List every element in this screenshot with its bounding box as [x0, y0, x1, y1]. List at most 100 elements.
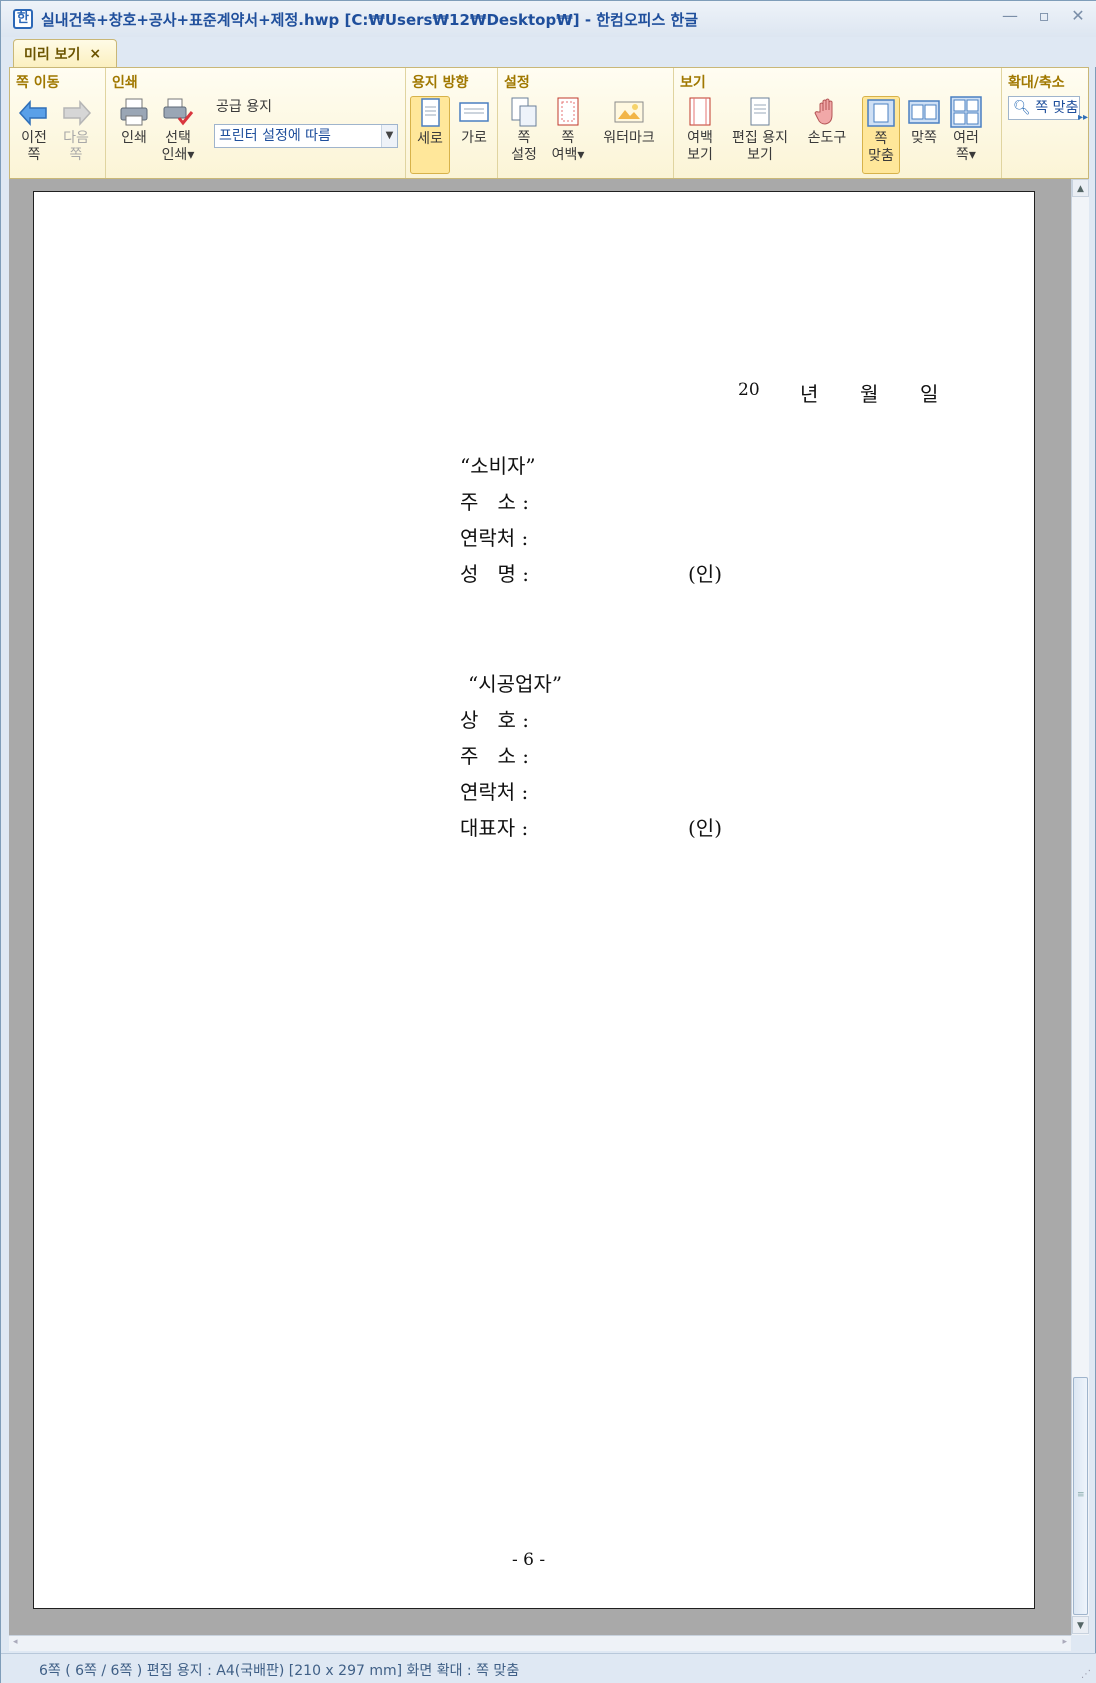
consumer-seal: (인): [688, 562, 723, 586]
contractor-heading: “시공업자”: [468, 672, 563, 696]
page-setup-label-2: 설정: [511, 147, 537, 163]
print-label: 인쇄: [121, 130, 147, 146]
tab-close-icon[interactable]: ×: [89, 46, 101, 62]
group-print-title: 인쇄: [112, 75, 138, 91]
consumer-name-label: 성 명 :: [460, 562, 529, 586]
title-bar: 한 실내건축+창호+공사+표준계약서+제정.hwp [C:₩Users₩12₩D…: [1, 1, 1096, 37]
consumer-heading: “소비자”: [460, 454, 536, 478]
group-orientation-title: 용지 방향: [412, 75, 469, 91]
scroll-right-icon[interactable]: ▸: [1062, 1637, 1067, 1647]
page-margin-label-1: 쪽: [561, 130, 575, 146]
prev-page-icon: [18, 100, 47, 126]
facing-pages-button[interactable]: 맞쪽: [904, 96, 944, 147]
page-margin-label-2: 여백▾: [551, 147, 585, 163]
group-view: 보기 여백 보기 편집 용지 보기 손도구 쪽 맞춤 맞쪽 여러 쪽▾: [674, 68, 1002, 178]
margin-view-button[interactable]: 여백 보기: [680, 96, 720, 164]
window-title: 실내건축+창호+공사+표준계약서+제정.hwp [C:₩Users₩12₩Des…: [41, 10, 699, 29]
vertical-scrollbar[interactable]: ▲ ≡ ▼: [1071, 179, 1089, 1635]
print-button[interactable]: 인쇄: [114, 96, 154, 147]
multi-page-icon: [950, 96, 982, 128]
status-bar: 6쪽 ( 6쪽 / 6쪽 ) 편집 용지 : A4(국배판) [210 x 29…: [1, 1653, 1096, 1683]
minimize-icon[interactable]: —: [1001, 7, 1019, 25]
margin-view-label-1: 여백: [687, 130, 713, 146]
prev-page-label-1: 이전: [21, 130, 47, 146]
multi-page-button[interactable]: 여러 쪽▾: [946, 96, 986, 164]
maximize-icon[interactable]: ▫: [1035, 7, 1053, 25]
date-year: 20: [738, 380, 760, 400]
scroll-up-icon[interactable]: ▲: [1072, 179, 1089, 197]
multi-page-label-1: 여러: [953, 130, 979, 146]
scroll-down-icon[interactable]: ▼: [1072, 1616, 1089, 1634]
paper-source-select[interactable]: 프린터 설정에 따름 ▼: [214, 124, 398, 148]
scroll-thumb[interactable]: ≡: [1073, 1377, 1088, 1615]
consumer-address-label: 주 소 :: [460, 490, 529, 514]
portrait-button[interactable]: 세로: [410, 96, 450, 174]
edit-paper-view-icon: [750, 97, 770, 126]
select-print-label-1: 선택: [165, 130, 191, 146]
page-margin-button[interactable]: 쪽 여백▾: [546, 96, 590, 164]
portrait-page-icon: [421, 98, 440, 127]
fit-page-label-2: 맞춤: [868, 148, 894, 164]
search-icon: 🔍︎: [1013, 100, 1031, 116]
page-margin-icon: [557, 97, 579, 126]
zoom-value: 쪽 맞춤: [1035, 100, 1079, 116]
contractor-contact-label: 연락처 :: [460, 780, 529, 804]
portrait-label: 세로: [417, 131, 443, 147]
select-print-button[interactable]: 선택 인쇄▾: [156, 96, 200, 164]
hand-tool-button[interactable]: 손도구: [802, 96, 852, 147]
page-number: - 6 -: [512, 1550, 546, 1570]
printer-icon: [120, 98, 148, 126]
landscape-button[interactable]: 가로: [454, 96, 494, 147]
contractor-address-label: 주 소 :: [460, 744, 529, 768]
edit-paper-view-button[interactable]: 편집 용지 보기: [724, 96, 796, 164]
next-page-label-1: 다음: [63, 130, 89, 146]
page-setup-button[interactable]: 쪽 설정: [504, 96, 544, 164]
watermark-icon: [614, 101, 644, 123]
group-view-title: 보기: [680, 75, 706, 91]
facing-pages-icon: [908, 100, 940, 124]
group-settings-title: 설정: [504, 75, 530, 91]
next-page-button[interactable]: 다음 쪽: [58, 96, 94, 164]
group-orientation: 용지 방향 세로 가로: [406, 68, 498, 178]
document-page: 20 년 월 일 “소비자” 주 소 : 연락처 : 성 명 : (인) “시공…: [33, 191, 1035, 1609]
tab-preview-label: 미리 보기: [24, 46, 81, 63]
select-print-icon: [163, 98, 194, 126]
watermark-label: 워터마크: [603, 130, 655, 146]
close-icon[interactable]: ✕: [1069, 7, 1087, 25]
group-zoom: 확대/축소 🔍︎ 쪽 맞춤 ▸▸: [1002, 68, 1088, 178]
ribbon-expand-icon[interactable]: ▸▸: [1078, 112, 1088, 123]
tab-preview[interactable]: 미리 보기 ×: [13, 39, 117, 67]
group-page-nav: 쪽 이동 이전 쪽 다음 쪽: [10, 68, 106, 178]
page-setup-icon: [511, 97, 537, 127]
fit-page-button[interactable]: 쪽 맞춤: [862, 96, 900, 174]
hand-tool-label: 손도구: [807, 130, 847, 146]
zoom-input[interactable]: 🔍︎ 쪽 맞춤: [1008, 96, 1080, 120]
hwp-app-icon[interactable]: 한: [13, 9, 33, 29]
paper-source-label: 공급 용지: [216, 99, 272, 115]
facing-pages-label: 맞쪽: [911, 130, 937, 146]
prev-page-button[interactable]: 이전 쪽: [16, 96, 52, 164]
scroll-left-icon[interactable]: ◂: [13, 1637, 18, 1647]
multi-page-label-2: 쪽▾: [956, 147, 976, 163]
chevron-down-icon[interactable]: ▼: [381, 125, 397, 147]
paper-source-value: 프린터 설정에 따름: [219, 128, 331, 144]
fit-page-icon: [867, 99, 895, 127]
group-page-nav-title: 쪽 이동: [16, 75, 60, 91]
contractor-seal: (인): [688, 816, 723, 840]
next-page-icon: [63, 100, 92, 126]
date-day-unit: 일: [920, 382, 939, 406]
watermark-button[interactable]: 워터마크: [594, 96, 664, 147]
preview-area: 20 년 월 일 “소비자” 주 소 : 연락처 : 성 명 : (인) “시공…: [9, 179, 1071, 1635]
resize-grip-icon[interactable]: ⋰: [1081, 1669, 1091, 1680]
consumer-contact-label: 연락처 :: [460, 526, 529, 550]
margin-view-label-2: 보기: [687, 147, 713, 163]
margin-view-icon: [689, 97, 711, 126]
preview-ribbon: 쪽 이동 이전 쪽 다음 쪽 인쇄 인쇄 선택 인쇄▾ 공급 용지 프린터 설정…: [9, 67, 1089, 179]
window-controls: — ▫ ✕: [1001, 7, 1087, 25]
horizontal-scrollbar[interactable]: ◂ ▸: [9, 1635, 1071, 1651]
hand-tool-icon: [814, 98, 833, 125]
edit-paper-view-label-2: 보기: [747, 147, 773, 163]
fit-page-label-1: 쪽: [874, 131, 888, 147]
contractor-company-label: 상 호 :: [460, 708, 529, 732]
group-zoom-title: 확대/축소: [1008, 75, 1065, 91]
